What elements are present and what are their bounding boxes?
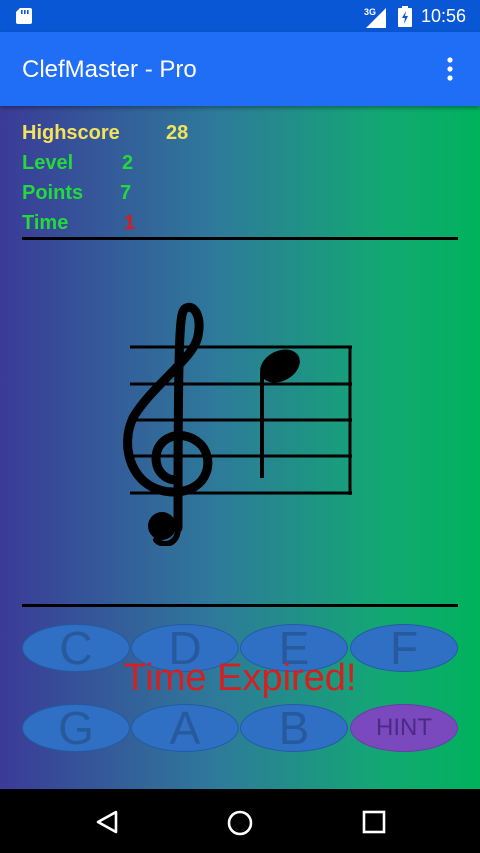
network-type: 3G xyxy=(364,7,376,17)
points-label: Points xyxy=(22,182,84,204)
top-divider xyxy=(22,237,458,240)
note-button-a[interactable]: A xyxy=(131,702,239,754)
cell-signal-icon: 3G xyxy=(364,7,386,28)
note-button-g[interactable]: G xyxy=(22,702,130,754)
clef-tail-dot xyxy=(148,512,176,540)
bottom-divider xyxy=(22,604,458,607)
level-value: 2 xyxy=(122,152,134,174)
treble-clef-icon xyxy=(123,302,213,546)
music-staff xyxy=(123,302,352,546)
level-label: Level xyxy=(22,152,74,174)
note-button-b[interactable]: B xyxy=(240,702,348,754)
back-icon[interactable] xyxy=(94,809,120,835)
status-clock: 10:56 xyxy=(421,6,467,26)
points-value: 7 xyxy=(120,182,132,204)
navigation-bar xyxy=(0,789,480,853)
time-expired-message: Time Expired! xyxy=(123,657,357,699)
time-value: 1 xyxy=(124,212,136,234)
eighth-note-icon xyxy=(260,349,300,478)
app-title: ClefMaster - Pro xyxy=(22,56,197,83)
hint-button[interactable]: HINT xyxy=(350,704,458,752)
app-bar: ClefMaster - Pro xyxy=(0,32,480,106)
more-options-icon[interactable] xyxy=(440,54,460,84)
game-area: Highscore 28 Level 2 Points 7 Time 1 C D… xyxy=(0,106,480,789)
battery-charging-icon xyxy=(398,6,412,27)
sd-card-icon xyxy=(16,8,32,24)
status-bar: 3G 10:56 xyxy=(0,0,480,32)
highscore-label: Highscore xyxy=(22,122,120,144)
highscore-value: 28 xyxy=(166,122,189,144)
home-icon[interactable] xyxy=(226,809,254,837)
time-label: Time xyxy=(22,212,69,234)
recents-icon[interactable] xyxy=(362,810,386,834)
